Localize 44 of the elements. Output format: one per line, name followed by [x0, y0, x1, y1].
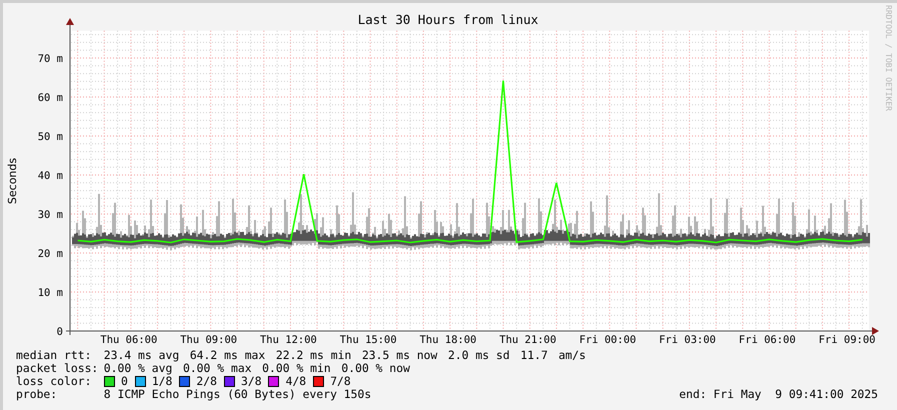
swatch-label: 7/8 [330, 375, 351, 388]
y-tick-label: 50 m [38, 131, 63, 143]
stat-value: 23.5 ms now [362, 349, 438, 362]
y-tick-label: 30 m [38, 209, 63, 221]
swatch-label: 3/8 [241, 375, 262, 388]
x-tick-label: Thu 12:00 [260, 334, 317, 346]
y-tick-label: 0 [56, 326, 63, 338]
stat-value: 2.0 ms sd [448, 349, 510, 362]
end-time: end: Fri May 9 09:41:00 2025 [679, 388, 878, 401]
legend-label: median rtt: [16, 349, 92, 362]
x-tick-label: Thu 15:00 [340, 334, 397, 346]
swatch-label: 1/8 [152, 375, 172, 388]
stat-value: 0.00 % avg [104, 362, 172, 375]
stat-value: 64.2 ms max [190, 349, 266, 362]
y-tick-label: 70 m [38, 53, 63, 65]
x-tick-label: Thu 09:00 [180, 334, 238, 346]
x-tick-label: Fri 03:00 [659, 334, 716, 346]
chart-title: Last 30 Hours from linux [358, 12, 538, 27]
y-tick-label: 40 m [38, 170, 63, 182]
stat-value: 0.00 % max [182, 362, 252, 375]
x-tick-label: Thu 21:00 [499, 334, 556, 346]
x-tick-label: Fri 09:00 [818, 334, 876, 346]
stat-value: 11.7 [520, 349, 548, 362]
stat-value: 0.00 % now [341, 362, 410, 375]
legend-label: loss color: [16, 375, 92, 388]
x-tick-label: Fri 06:00 [738, 334, 796, 346]
stat-value: 23.4 ms avg [104, 349, 180, 362]
stat-value: 22.2 ms min [276, 349, 352, 362]
y-tick-label: 60 m [38, 92, 63, 104]
x-tick-label: Thu 06:00 [100, 334, 158, 346]
y-axis-label: Seconds [6, 158, 19, 204]
swatch-label: 0 [120, 375, 128, 388]
y-tick-label: 10 m [38, 287, 63, 299]
swatch-label: 2/8 [196, 375, 217, 388]
x-tick-label: Thu 18:00 [420, 334, 476, 346]
y-tick-label: 20 m [38, 248, 63, 260]
legend-label: packet loss: [16, 362, 100, 375]
legend-label: probe: [16, 388, 58, 401]
stat-value: 0.00 % min [262, 362, 331, 375]
x-tick-label: Fri 00:00 [579, 334, 636, 346]
swatch-label: 4/8 [286, 375, 306, 388]
probe-description: 8 ICMP Echo Pings (60 Bytes) every 150s [104, 388, 372, 401]
stat-value: am/s [558, 349, 586, 362]
graph-credit: RRDTOOL / TOBI OETIKER [884, 5, 893, 111]
